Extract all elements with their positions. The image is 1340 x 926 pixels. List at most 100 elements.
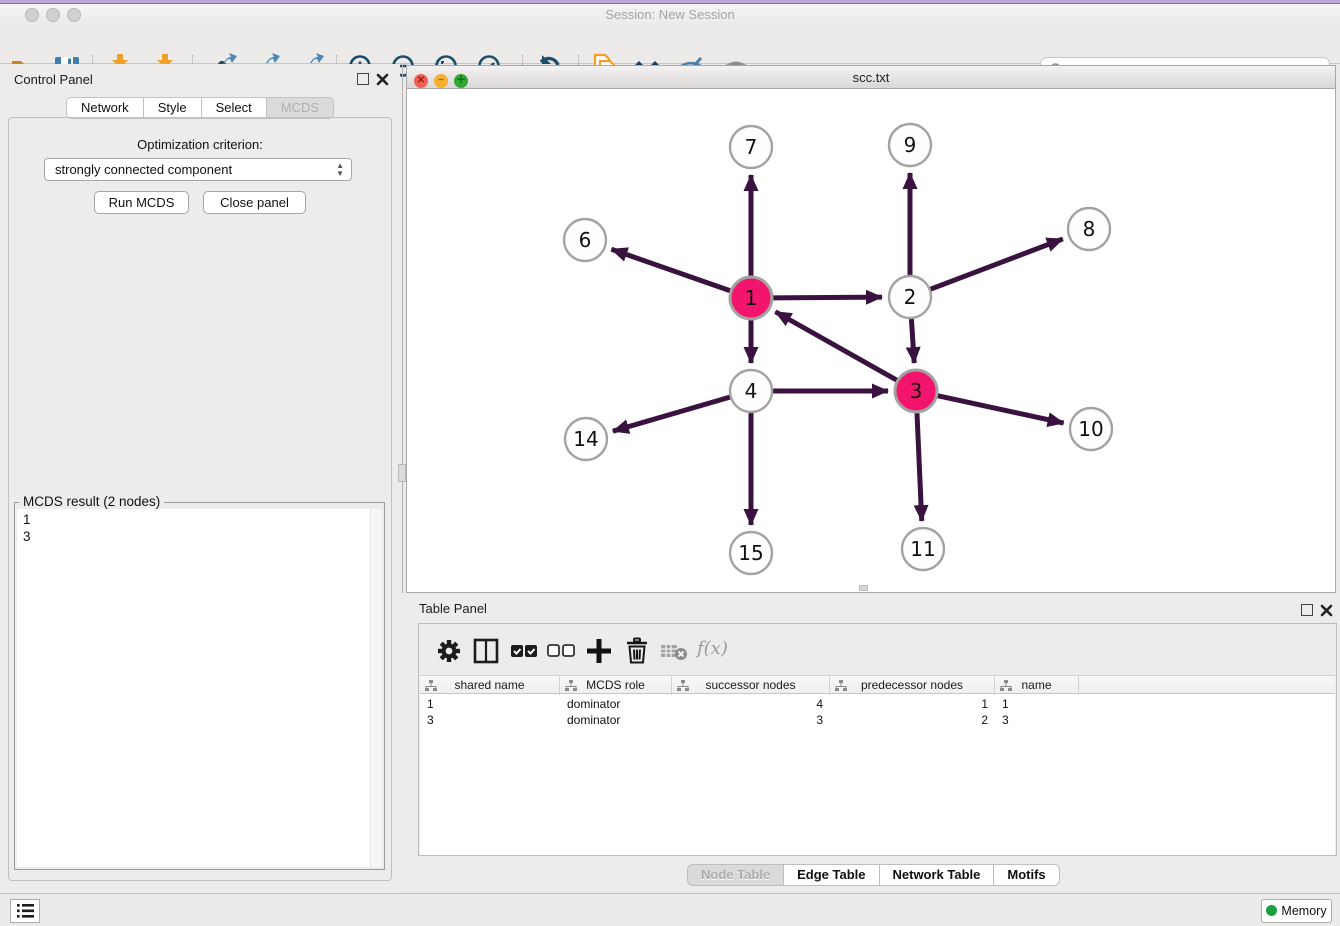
node-10[interactable]: 10 <box>1070 408 1112 450</box>
table-cell[interactable]: 4 <box>672 696 830 712</box>
node-11[interactable]: 11 <box>902 528 944 570</box>
tab-network[interactable]: Network <box>66 97 144 119</box>
tab-style[interactable]: Style <box>144 97 202 119</box>
table-cell[interactable]: 3 <box>672 712 830 728</box>
add-column-icon[interactable] <box>584 636 614 666</box>
column-header-predecessor-nodes[interactable]: predecessor nodes <box>830 676 995 695</box>
tab-mcds[interactable]: MCDS <box>267 97 334 119</box>
svg-text:8: 8 <box>1083 217 1096 241</box>
function-builder-icon[interactable]: f(x) <box>697 638 728 659</box>
node-3[interactable]: 3 <box>895 370 937 412</box>
svg-text:9: 9 <box>904 133 917 157</box>
column-header-MCDS-role[interactable]: MCDS role <box>560 676 672 695</box>
delete-table-icon[interactable] <box>659 636 689 666</box>
splitter-handle[interactable] <box>398 464 406 482</box>
table-cell[interactable]: 1 <box>830 696 995 712</box>
result-scrollbar[interactable] <box>370 509 382 867</box>
node-7[interactable]: 7 <box>730 126 772 168</box>
memory-status-icon <box>1266 905 1277 916</box>
application-window: Session: New Session Control Panel <box>0 0 1340 926</box>
dropdown-stepper-icon: ▲▼ <box>336 162 344 178</box>
edge-2-8[interactable] <box>931 239 1063 289</box>
window-accent-strip <box>0 0 1340 4</box>
main-toolbar <box>0 25 1340 64</box>
edge-3-10[interactable] <box>937 396 1063 423</box>
memory-button[interactable]: Memory <box>1261 899 1332 923</box>
close-table-panel-icon[interactable] <box>1320 604 1333 617</box>
control-panel-tabs: NetworkStyleSelectMCDS <box>66 97 334 119</box>
node-9[interactable]: 9 <box>889 124 931 166</box>
float-table-panel-icon[interactable] <box>1301 604 1313 616</box>
table-cell[interactable]: 2 <box>830 712 995 728</box>
float-panel-icon[interactable] <box>357 73 369 85</box>
svg-text:2: 2 <box>904 285 917 309</box>
svg-text:10: 10 <box>1078 417 1103 441</box>
node-15[interactable]: 15 <box>730 532 772 574</box>
network-window-titlebar[interactable]: ✕−＋ scc.txt <box>407 66 1335 89</box>
mcds-result-values: 1 3 <box>23 511 31 545</box>
table-panel-tabs: Node TableEdge TableNetwork TableMotifs <box>687 864 1060 886</box>
table-container: f(x) shared nameMCDS rolesuccessor nodes… <box>418 623 1337 856</box>
dropdown-selected-value: strongly connected component <box>55 162 232 177</box>
edge-1-2[interactable] <box>773 297 882 298</box>
column-header-shared-name[interactable]: shared name <box>420 676 560 695</box>
tab-edge-table[interactable]: Edge Table <box>784 864 879 886</box>
svg-text:15: 15 <box>738 541 763 565</box>
status-bar: Memory <box>0 893 1340 926</box>
node-14[interactable]: 14 <box>565 418 607 460</box>
edge-4-14[interactable] <box>613 397 730 431</box>
optimization-criterion-select[interactable]: strongly connected component ▲▼ <box>44 158 352 181</box>
task-history-button[interactable] <box>10 899 40 923</box>
table-cell[interactable]: dominator <box>560 712 672 728</box>
network-resize-grip[interactable] <box>859 585 868 591</box>
table-cell[interactable]: 3 <box>995 712 1079 728</box>
tab-motifs[interactable]: Motifs <box>994 864 1059 886</box>
delete-column-icon[interactable] <box>622 636 652 666</box>
table-cell[interactable]: dominator <box>560 696 672 712</box>
memory-label: Memory <box>1281 904 1326 918</box>
node-6[interactable]: 6 <box>564 219 606 261</box>
optimization-criterion-label: Optimization criterion: <box>0 137 400 152</box>
tab-node-table[interactable]: Node Table <box>687 864 784 886</box>
table-header-row[interactable]: shared nameMCDS rolesuccessor nodesprede… <box>420 675 1335 694</box>
gear-icon[interactable] <box>434 636 464 666</box>
mcds-result-textarea[interactable]: 1 3 <box>17 509 382 867</box>
tab-select[interactable]: Select <box>202 97 267 119</box>
node-4[interactable]: 4 <box>730 370 772 412</box>
svg-text:7: 7 <box>745 135 758 159</box>
node-table[interactable]: shared nameMCDS rolesuccessor nodesprede… <box>420 675 1335 855</box>
network-window-title: scc.txt <box>407 70 1335 85</box>
table-cell[interactable]: 1 <box>995 696 1079 712</box>
node-2[interactable]: 2 <box>889 276 931 318</box>
network-graph-canvas[interactable]: 1 2 3 4 6 7 8 9 10 11 14 15 <box>407 89 1335 592</box>
mcds-result-title: MCDS result (2 nodes) <box>19 494 164 509</box>
svg-text:11: 11 <box>910 537 935 561</box>
table-cell[interactable]: 3 <box>420 712 560 728</box>
select-all-icon[interactable] <box>509 636 539 666</box>
list-icon <box>11 900 39 922</box>
svg-text:1: 1 <box>745 286 758 310</box>
control-panel-title: Control Panel <box>14 72 93 87</box>
deselect-all-icon[interactable] <box>546 636 576 666</box>
table-cell[interactable]: 1 <box>420 696 560 712</box>
node-1[interactable]: 1 <box>730 277 772 319</box>
node-8[interactable]: 8 <box>1068 208 1110 250</box>
edge-1-6[interactable] <box>611 249 730 291</box>
title-bar: Session: New Session <box>0 0 1340 25</box>
tab-network-table[interactable]: Network Table <box>880 864 995 886</box>
edge-3-11[interactable] <box>917 413 922 521</box>
edge-2-3[interactable] <box>911 319 914 363</box>
close-panel-button[interactable]: Close panel <box>203 191 306 214</box>
close-panel-icon[interactable] <box>376 73 389 86</box>
svg-text:14: 14 <box>573 427 598 451</box>
edge-3-1[interactable] <box>775 312 896 380</box>
split-columns-icon[interactable] <box>471 636 501 666</box>
column-header-name[interactable]: name <box>995 676 1079 695</box>
mcds-result-groupbox: MCDS result (2 nodes) 1 3 <box>14 502 385 870</box>
control-panel: Control Panel NetworkStyleSelectMCDS Opt… <box>0 64 400 893</box>
table-panel: Table Panel f(x) shared nameMCDS rolesuc… <box>406 595 1340 888</box>
svg-text:4: 4 <box>745 379 758 403</box>
run-mcds-button[interactable]: Run MCDS <box>94 191 189 214</box>
column-header-successor-nodes[interactable]: successor nodes <box>672 676 830 695</box>
vertical-splitter[interactable] <box>402 64 403 593</box>
